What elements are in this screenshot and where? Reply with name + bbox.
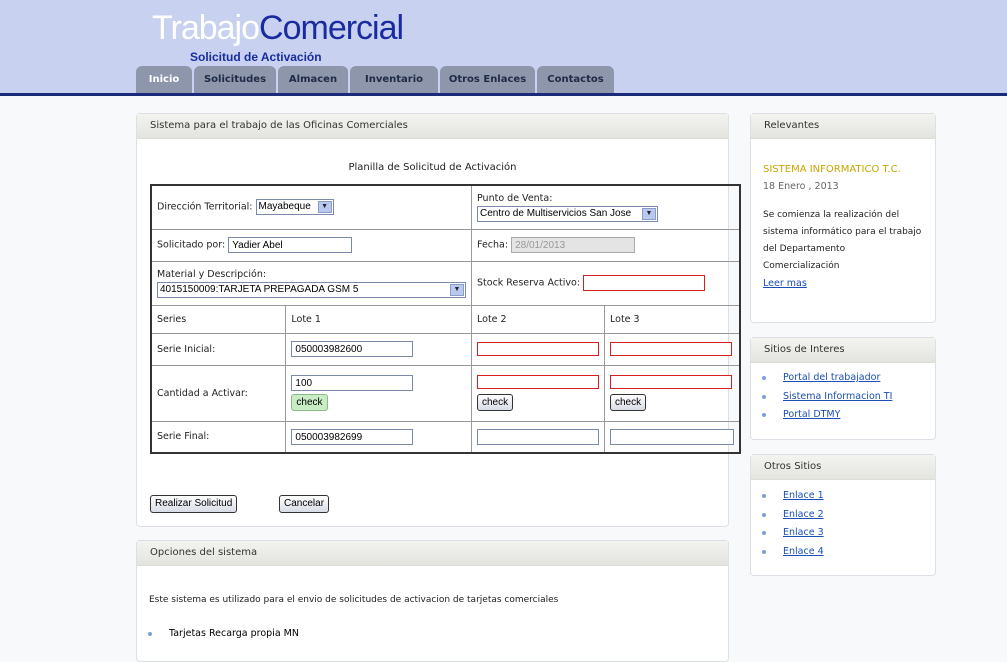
chevron-down-icon: ▼	[450, 284, 464, 296]
sitios-link-portal-dtmy[interactable]: Portal DTMY	[783, 409, 840, 420]
otros-item: Enlace 1	[751, 487, 935, 506]
main-nav: Inicio Solicitudes Almacen Inventario Ot…	[136, 66, 616, 93]
activation-form-table: Dirección Territorial: Mayabeque ▼ Punto …	[150, 184, 741, 454]
tab-inventario[interactable]: Inventario	[350, 66, 438, 93]
cancel-button[interactable]: Cancelar	[279, 495, 330, 513]
direccion-label: Dirección Territorial:	[157, 201, 253, 213]
read-more-link[interactable]: Leer mas	[763, 278, 807, 289]
punto-label: Punto de Venta:	[477, 193, 553, 205]
lote1-header: Lote 1	[285, 304, 472, 334]
lote3-header: Lote 3	[604, 304, 741, 334]
form-title: Planilla de Solicitud de Activación	[348, 162, 517, 173]
main-panel: Sistema para el trabajo de las Oficinas …	[136, 113, 741, 527]
material-value: 4015150009:TARJETA PREPAGADA GSM 5	[160, 284, 359, 295]
relevantes-date: 18 Enero , 2013	[763, 181, 839, 192]
serie-inicial-lote2[interactable]	[477, 342, 599, 356]
otros-item: Enlace 3	[751, 524, 935, 543]
sitios-title: Sitios de Interes	[751, 338, 935, 363]
direccion-value: Mayabeque	[258, 201, 311, 213]
sitios-item: Portal DTMY	[751, 406, 935, 425]
solicitado-input[interactable]: Yadier Abel	[228, 237, 353, 253]
serie-inicial-lote3[interactable]	[610, 342, 732, 356]
logo-part1: Trabajo	[152, 9, 260, 47]
sitios-item: Portal del trabajador	[751, 369, 935, 388]
material-label: Material y Descripción:	[157, 269, 267, 280]
sitios-link-portal-trabajador[interactable]: Portal del trabajador	[783, 372, 880, 383]
options-description: Este sistema es utilizado para el envio …	[149, 595, 559, 605]
site-subtitle: Solicitud de Activación	[190, 50, 322, 64]
stock-label: Stock Reserva Activo:	[477, 277, 581, 289]
tab-inicio[interactable]: Inicio	[136, 66, 192, 93]
options-list: Tarjetas Recarga propia MN	[137, 625, 537, 644]
chevron-down-icon: ▼	[642, 208, 656, 221]
site-logo[interactable]: TrabajoComercial	[152, 8, 404, 48]
serie-final-label: Serie Final:	[150, 420, 287, 454]
material-select[interactable]: 4015150009:TARJETA PREPAGADA GSM 5 ▼	[157, 282, 466, 298]
serie-final-lote3[interactable]	[610, 428, 734, 445]
punto-select[interactable]: Centro de Multiservicios San Jose ▼	[477, 206, 658, 223]
main-panel-title: Sistema para el trabajo de las Oficinas …	[137, 114, 728, 139]
serie-final-lote1[interactable]: 050003982699	[291, 428, 414, 445]
tab-solicitudes[interactable]: Solicitudes	[194, 66, 276, 93]
direccion-select[interactable]: Mayabeque ▼	[255, 199, 334, 216]
otros-list: Enlace 1 Enlace 2 Enlace 3 Enlace 4	[751, 487, 935, 561]
check-button-lote2[interactable]: check	[477, 394, 514, 411]
logo-part2: Comercial	[259, 9, 404, 47]
site-header: TrabajoComercial Solicitud de Activación…	[0, 0, 1007, 96]
serie-inicial-label: Serie Inicial:	[150, 332, 287, 366]
check-button-lote3[interactable]: check	[610, 394, 647, 411]
chevron-down-icon: ▼	[317, 201, 332, 214]
relevantes-headline: SISTEMA INFORMATICO T.C.	[763, 164, 901, 175]
check-button-lote1[interactable]: check	[291, 394, 328, 411]
options-panel: Opciones del sistema Este sistema es uti…	[136, 540, 729, 662]
otros-item: Enlace 4	[751, 543, 935, 562]
otros-panel: Otros Sitios Enlace 1 Enlace 2 Enlace 3 …	[750, 454, 936, 576]
cantidad-label: Cantidad a Activar:	[150, 364, 287, 422]
submit-button[interactable]: Realizar Solicitud	[150, 495, 238, 513]
relevantes-title: Relevantes	[751, 114, 935, 139]
otros-item: Enlace 2	[751, 506, 935, 525]
sitios-panel: Sitios de Interes Portal del trabajador …	[750, 337, 936, 440]
relevantes-panel: Relevantes SISTEMA INFORMATICO T.C. 18 E…	[750, 113, 936, 323]
otros-link-4[interactable]: Enlace 4	[783, 546, 824, 557]
punto-value: Centro de Multiservicios San Jose	[480, 208, 632, 220]
otros-link-3[interactable]: Enlace 3	[783, 527, 824, 538]
otros-title: Otros Sitios	[751, 455, 935, 480]
tab-otros-enlaces[interactable]: Otros Enlaces	[440, 66, 535, 93]
options-panel-title: Opciones del sistema	[137, 541, 728, 566]
series-header: Series	[150, 304, 287, 334]
stock-input[interactable]	[583, 275, 706, 291]
sitios-item: Sistema Informacion TI	[751, 388, 935, 407]
sitios-list: Portal del trabajador Sistema Informacio…	[751, 369, 935, 425]
tab-almacen[interactable]: Almacen	[278, 66, 348, 93]
tab-contactos[interactable]: Contactos	[537, 66, 614, 93]
cantidad-lote2[interactable]	[477, 375, 599, 389]
fecha-label: Fecha:	[477, 239, 509, 251]
cantidad-lote3[interactable]	[610, 375, 732, 389]
serie-final-lote2[interactable]	[477, 428, 599, 445]
cantidad-lote1[interactable]: 100	[291, 375, 414, 391]
serie-inicial-lote1[interactable]: 050003982600	[291, 341, 414, 357]
otros-link-2[interactable]: Enlace 2	[783, 509, 824, 520]
otros-link-1[interactable]: Enlace 1	[783, 490, 824, 501]
lote2-header: Lote 2	[471, 304, 605, 334]
solicitado-label: Solicitado por:	[157, 239, 226, 251]
fecha-input: 28/01/2013	[511, 237, 636, 253]
relevantes-body: Se comienza la realización del sistema i…	[763, 210, 922, 271]
sitios-link-sistema-ti[interactable]: Sistema Informacion TI	[783, 391, 892, 402]
options-item: Tarjetas Recarga propia MN	[137, 625, 537, 644]
